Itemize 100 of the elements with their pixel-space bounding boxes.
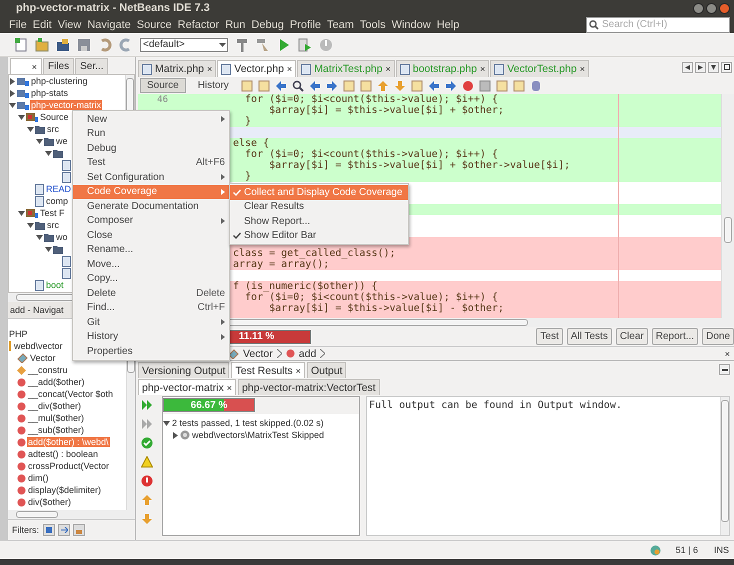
page-icon[interactable]	[512, 80, 525, 92]
coverage-button[interactable]: All Tests	[566, 328, 612, 345]
save-icon[interactable]	[77, 38, 91, 52]
panel-tab[interactable]: Versioning Output	[138, 362, 230, 378]
view-tab[interactable]: Source	[140, 78, 186, 93]
configuration-dropdown[interactable]: <default>	[140, 38, 228, 52]
test-summary[interactable]: 2 tests passed, 1 test skipped.(0.02 s)	[171, 418, 325, 428]
menu-item[interactable]: Show Report...	[230, 214, 408, 228]
menu-item[interactable]: Generate Documentation	[73, 199, 229, 214]
coverage-button[interactable]: Clear	[616, 328, 648, 345]
tree-item[interactable]: crossProduct(Vector	[27, 461, 110, 471]
editor-tab[interactable]: bootstrap.php ×	[396, 60, 490, 77]
left-arrow-icon[interactable]	[274, 80, 287, 92]
tree-item[interactable]: __div($other)	[27, 401, 82, 411]
page-icon[interactable]	[240, 80, 253, 92]
expanded-arrow-icon[interactable]	[36, 138, 43, 144]
editor-tab[interactable]: VectorTest.php ×	[490, 60, 589, 77]
panel-tab[interactable]: ×	[10, 58, 42, 74]
expanded-arrow-icon[interactable]	[18, 210, 25, 216]
menu-item[interactable]: Properties	[73, 344, 229, 358]
breadcrumb-item[interactable]: add	[298, 348, 316, 360]
menu-item[interactable]: Team	[324, 18, 357, 30]
expanded-arrow-icon[interactable]	[163, 420, 170, 426]
menu-item[interactable]: Show Editor Bar	[230, 228, 408, 243]
tree-item[interactable]: div($other)	[27, 497, 72, 507]
menu-item[interactable]: Composer	[73, 214, 229, 228]
menu-item[interactable]: Run	[73, 126, 229, 141]
folder-icon[interactable]	[35, 38, 49, 52]
tree-item[interactable]: dim()	[27, 473, 50, 483]
coverage-button[interactable]: Done	[702, 328, 734, 345]
scrollbar[interactable]	[8, 510, 135, 519]
clean-build-icon[interactable]	[256, 38, 270, 52]
page-icon[interactable]	[410, 80, 423, 92]
panel-tab[interactable]: Test Results ×	[231, 362, 305, 378]
maximize-button[interactable]	[721, 62, 732, 72]
expanded-arrow-icon[interactable]	[45, 150, 52, 156]
coverage-button[interactable]: Test	[536, 328, 563, 345]
redo-icon[interactable]	[119, 38, 133, 52]
right-arrow-icon[interactable]	[444, 80, 457, 92]
expanded-arrow-icon[interactable]	[27, 222, 34, 228]
close-button[interactable]: ×	[724, 348, 734, 358]
maximize-button[interactable]	[706, 2, 717, 14]
page-icon[interactable]	[360, 80, 372, 92]
tab-list-button[interactable]	[708, 62, 719, 72]
tree-item[interactable]: boot	[45, 280, 65, 290]
tree-item[interactable]: we	[55, 136, 69, 146]
gauge-icon[interactable]	[319, 38, 333, 52]
scroll-right-button[interactable]	[695, 62, 706, 72]
panel-tab[interactable]: Files	[43, 58, 74, 74]
filter-toggle[interactable]	[73, 524, 85, 536]
left-arrow-icon[interactable]	[428, 80, 440, 92]
page-icon[interactable]	[496, 80, 508, 92]
tree-item[interactable]: php-stats	[30, 88, 70, 98]
editor-tab[interactable]: MatrixTest.php ×	[297, 60, 395, 77]
search-icon[interactable]	[292, 80, 304, 92]
tree-item[interactable]: __constru	[27, 365, 69, 375]
menu-item[interactable]: Profile	[286, 18, 324, 30]
filter-toggle[interactable]	[43, 524, 55, 536]
expanded-arrow-icon[interactable]	[18, 114, 25, 120]
left-arrow-icon[interactable]	[308, 80, 321, 92]
filter-toggle[interactable]	[58, 524, 70, 536]
right-arrow-icon[interactable]	[326, 80, 338, 92]
menu-item[interactable]: Edit	[30, 18, 55, 30]
menu-item[interactable]: Tools	[356, 18, 389, 30]
tree-item[interactable]: src	[46, 124, 60, 134]
tree-item[interactable]: adtest() : boolean	[27, 449, 100, 459]
tree-item[interactable]: Vector	[29, 353, 57, 363]
hammer-icon[interactable]	[235, 38, 249, 52]
page-icon[interactable]	[342, 80, 355, 92]
tree-item[interactable]: php-clustering	[30, 76, 89, 86]
menu-item[interactable]: File	[6, 18, 30, 30]
rerun-icon[interactable]	[141, 399, 153, 411]
up-arrow-icon[interactable]	[141, 494, 153, 506]
test-run-tab[interactable]: php-vector-matrix:VectorTest	[238, 379, 380, 395]
tree-item[interactable]: comp	[45, 196, 70, 206]
record-icon[interactable]	[462, 80, 474, 92]
tree-item[interactable]: READ	[45, 184, 72, 194]
menu-item[interactable]: Close	[73, 228, 229, 242]
minimize-button[interactable]	[693, 2, 704, 14]
down-arrow-icon[interactable]	[394, 80, 406, 92]
open-folder-icon[interactable]	[56, 38, 70, 52]
minimize-button[interactable]	[719, 364, 730, 375]
tree-item[interactable]: __add($other)	[27, 377, 86, 387]
view-tab[interactable]: History	[190, 78, 236, 93]
coverage-button[interactable]: Report...	[652, 328, 698, 345]
expanded-arrow-icon[interactable]	[9, 102, 16, 108]
stop-icon[interactable]	[478, 80, 491, 92]
menu-item[interactable]: Window	[388, 18, 434, 30]
menu-item[interactable]: Debug	[248, 18, 287, 30]
search-field[interactable]: Search (Ctrl+I)	[586, 16, 730, 32]
tree-item[interactable]: __concat(Vector $oth	[27, 389, 114, 399]
menu-item[interactable]: Refactor	[174, 18, 222, 30]
test-item[interactable]: webd\vectors\MatrixTest	[191, 430, 290, 440]
editor-tab[interactable]: Vector.php ×	[217, 60, 296, 77]
menu-item[interactable]: View	[54, 18, 84, 30]
tree-item[interactable]: wo	[55, 232, 69, 242]
menu-item[interactable]: Clear Results	[230, 200, 408, 214]
expanded-arrow-icon[interactable]	[36, 234, 43, 240]
panel-tab[interactable]: Output	[306, 362, 346, 378]
collapsed-arrow-icon[interactable]	[9, 78, 16, 84]
